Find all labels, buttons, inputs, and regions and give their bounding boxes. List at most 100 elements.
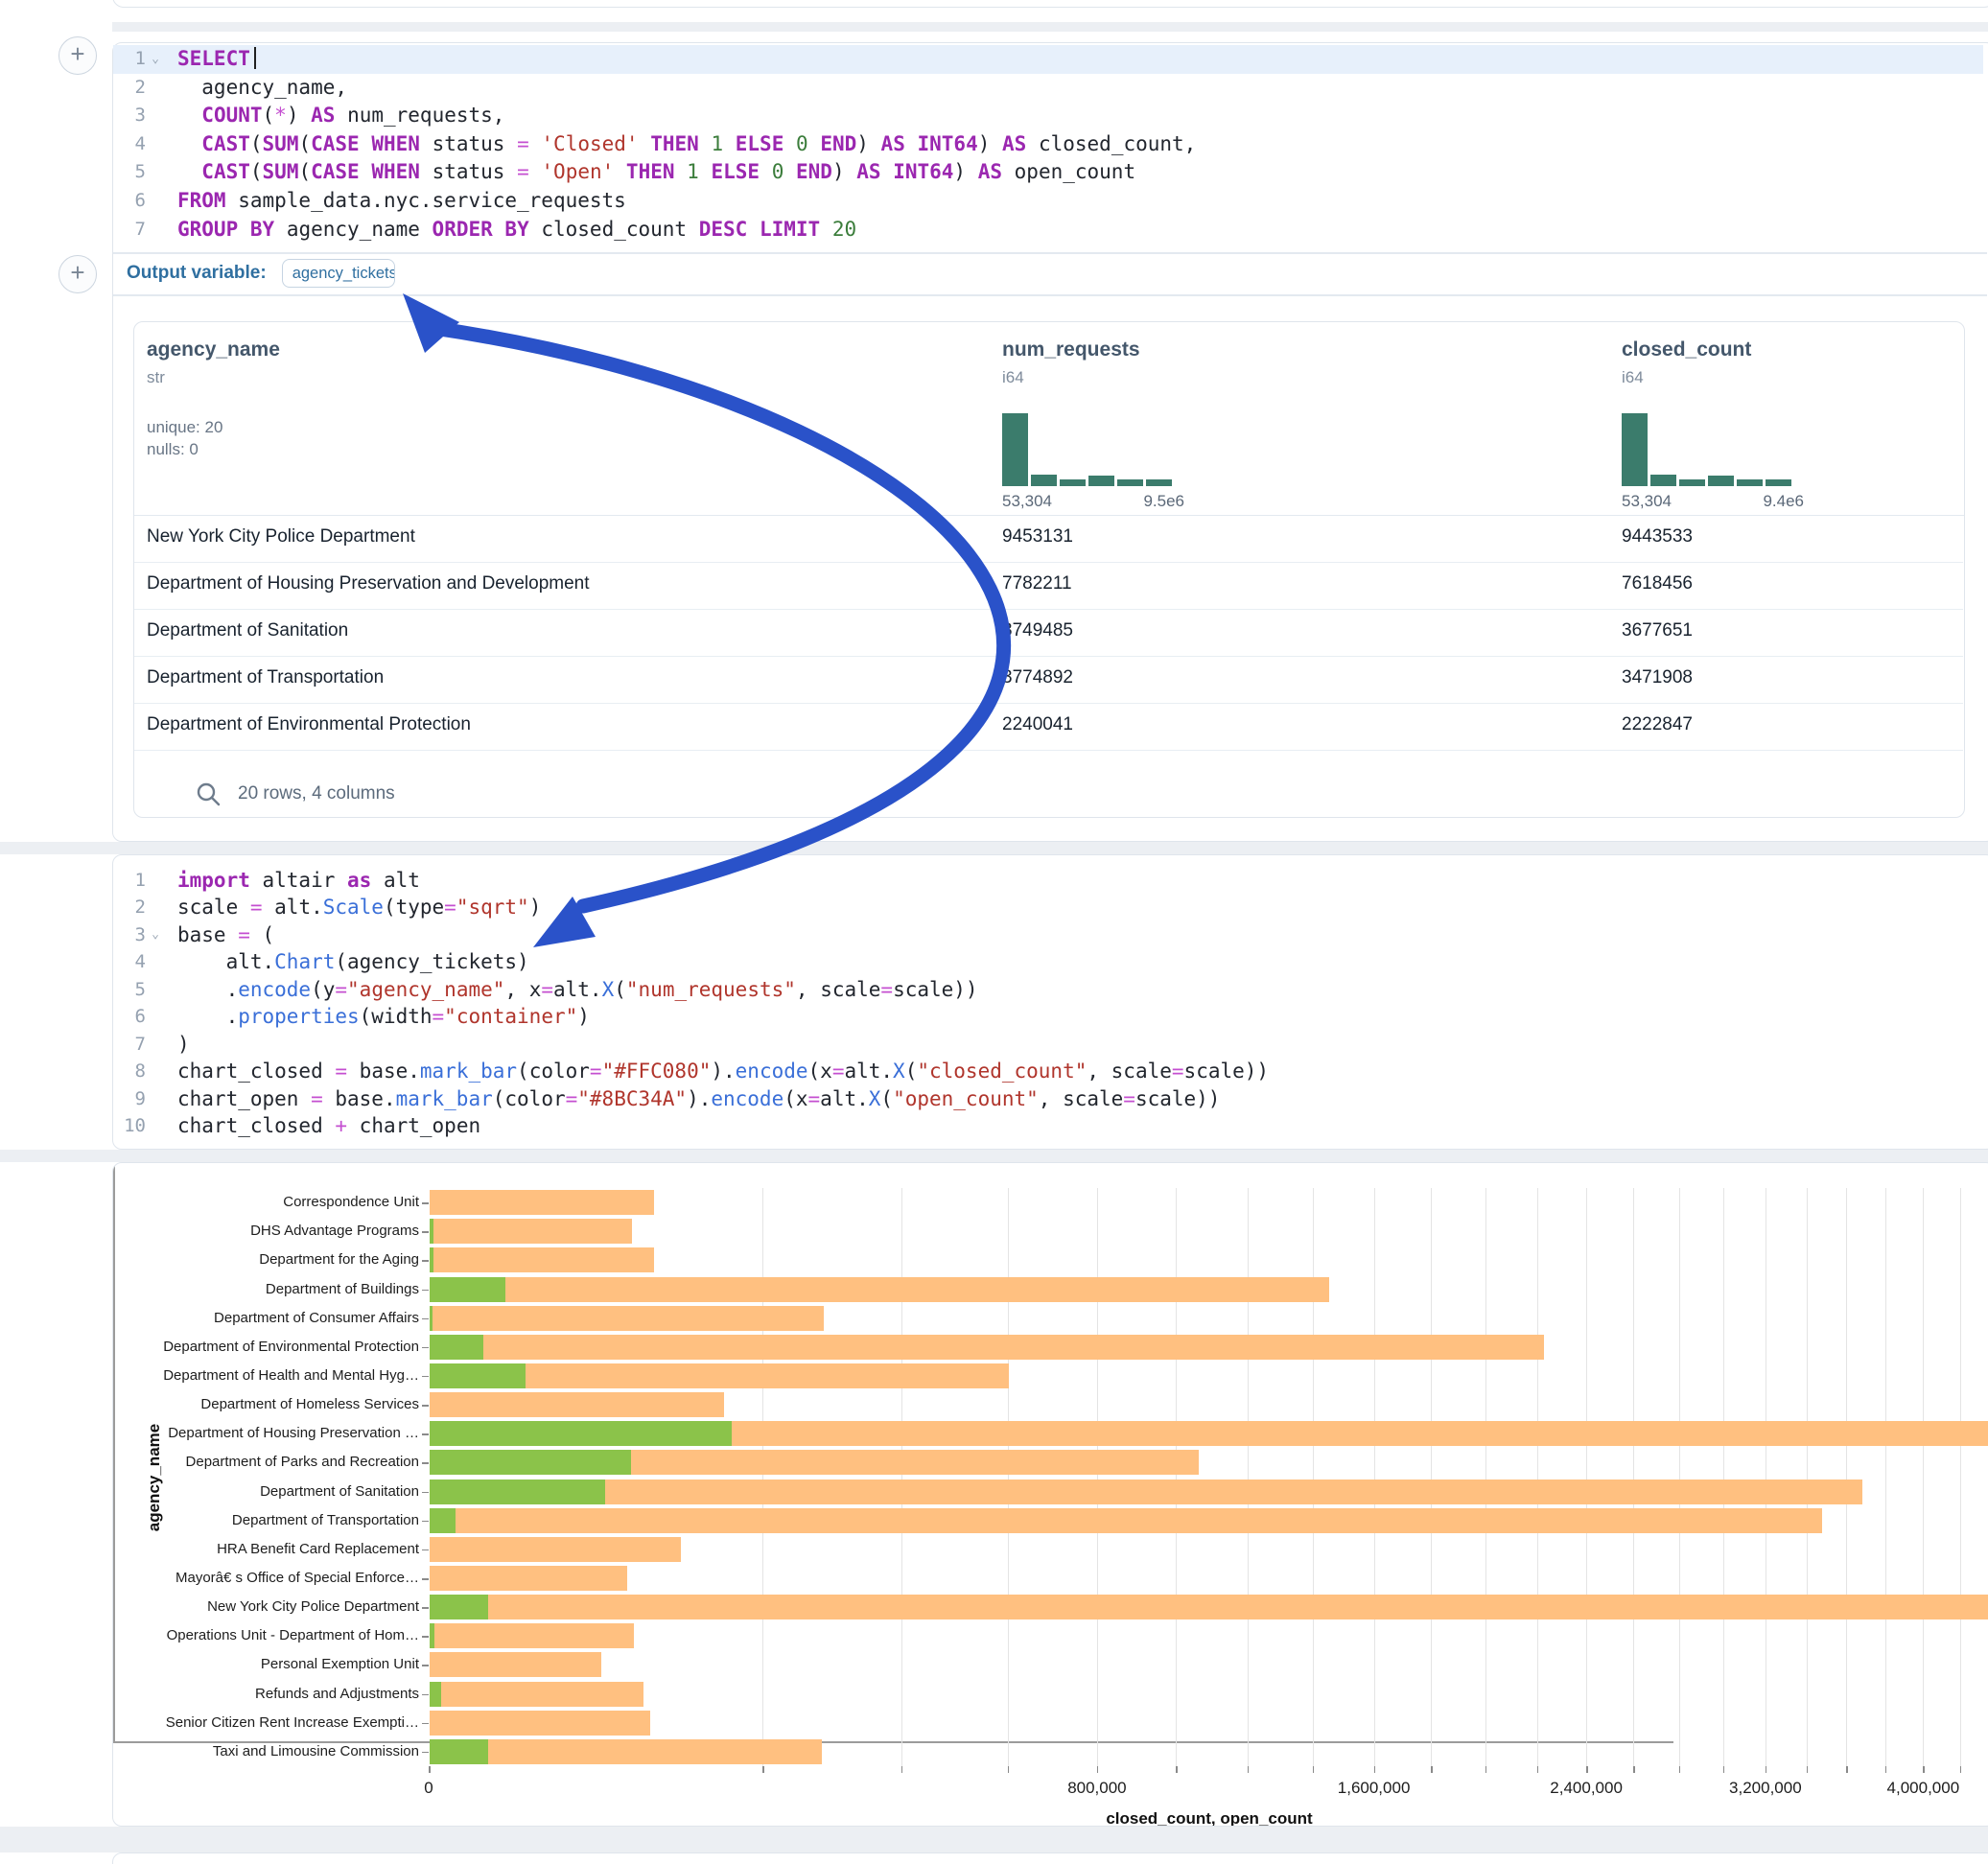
- column-header-agency_name[interactable]: agency_namestrunique: 20nulls: 0: [147, 338, 280, 460]
- code-line[interactable]: 9chart_open = base.mark_bar(color="#8BC3…: [113, 1085, 1983, 1112]
- bar-closed-count[interactable]: [430, 1306, 824, 1331]
- gridline: [1846, 1188, 1847, 1766]
- bar-closed-count[interactable]: [430, 1623, 634, 1648]
- code-line[interactable]: 5 .encode(y="agency_name", x=alt.X("num_…: [113, 976, 1983, 1003]
- y-tick-mark: [422, 1492, 429, 1494]
- y-tick-mark: [422, 1405, 429, 1407]
- add-cell-button-top[interactable]: +: [58, 36, 97, 75]
- bar-open-count[interactable]: [430, 1363, 526, 1388]
- search-icon[interactable]: [196, 781, 221, 806]
- column-header-closed_count[interactable]: closed_counti6453,3049.4e6: [1622, 338, 1804, 511]
- bar-open-count[interactable]: [430, 1247, 433, 1272]
- gridline: [762, 1188, 763, 1766]
- table-row[interactable]: Department of Environmental Protection22…: [134, 703, 1963, 751]
- bar-open-count[interactable]: [430, 1450, 631, 1475]
- y-axis-label-18: Refunds and Adjustments: [113, 1686, 419, 1702]
- bar-closed-count[interactable]: [430, 1508, 1822, 1533]
- bar-closed-count[interactable]: [430, 1711, 650, 1736]
- y-tick-mark: [422, 1290, 429, 1292]
- x-axis-title: closed_count, open_count: [1065, 1809, 1353, 1827]
- table-row[interactable]: Department of Sanitation37494853677651: [134, 609, 1963, 657]
- x-tick-mark: [1885, 1766, 1887, 1773]
- x-tick-mark: [429, 1766, 431, 1773]
- code-line[interactable]: 7GROUP BY agency_name ORDER BY closed_co…: [113, 216, 1983, 245]
- bar-open-count[interactable]: [430, 1623, 434, 1648]
- x-axis-tick-label: 1,600,000: [1298, 1779, 1451, 1798]
- code-line[interactable]: 3 COUNT(*) AS num_requests,: [113, 102, 1983, 130]
- bar-closed-count[interactable]: [430, 1480, 1862, 1504]
- x-axis-tick-label: 3,200,000: [1689, 1779, 1842, 1798]
- bar-open-count[interactable]: [430, 1277, 505, 1302]
- bar-closed-count[interactable]: [430, 1595, 1988, 1619]
- code-line[interactable]: 1⌄SELECT: [113, 45, 1983, 74]
- code-line[interactable]: 8chart_closed = base.mark_bar(color="#FF…: [113, 1058, 1983, 1084]
- y-axis-label-17: Personal Exemption Unit: [113, 1656, 419, 1672]
- bar-open-count[interactable]: [430, 1682, 441, 1707]
- code-line[interactable]: 3⌄base = (: [113, 921, 1983, 948]
- bar-closed-count[interactable]: [430, 1247, 654, 1272]
- x-tick-mark: [1176, 1766, 1178, 1773]
- x-axis-tick-label: 2,400,000: [1509, 1779, 1663, 1798]
- y-tick-mark: [422, 1462, 429, 1464]
- bar-closed-count[interactable]: [430, 1219, 632, 1244]
- gridline: [1923, 1188, 1924, 1766]
- bar-closed-count[interactable]: [430, 1682, 643, 1707]
- table-footer: 20 rows, 4 columns: [196, 771, 395, 817]
- bar-open-count[interactable]: [430, 1508, 456, 1533]
- bar-closed-count[interactable]: [430, 1566, 627, 1591]
- bar-open-count[interactable]: [430, 1421, 732, 1446]
- bar-open-count[interactable]: [430, 1219, 433, 1244]
- y-axis-label-6: Department of Environmental Protection: [113, 1339, 419, 1355]
- code-line[interactable]: 10chart_closed + chart_open: [113, 1112, 1983, 1139]
- code-line[interactable]: 7): [113, 1031, 1983, 1058]
- sql-code-editor[interactable]: 1⌄SELECT2 agency_name,3 COUNT(*) AS num_…: [113, 45, 1983, 244]
- python-code-editor[interactable]: 1import altair as alt2scale = alt.Scale(…: [113, 867, 1983, 1139]
- gridline: [1679, 1188, 1680, 1766]
- column-header-num_requests[interactable]: num_requestsi6453,3049.5e6: [1002, 338, 1184, 511]
- gridline: [901, 1188, 902, 1766]
- bar-closed-count[interactable]: [430, 1652, 601, 1677]
- gridline: [1485, 1188, 1486, 1766]
- bar-closed-count[interactable]: [430, 1190, 654, 1215]
- y-axis-label-16: Operations Unit - Department of Hom…: [113, 1627, 419, 1643]
- column-histogram: [1622, 413, 1804, 486]
- add-cell-button-middle[interactable]: +: [58, 255, 97, 293]
- cell-value: 9453131: [1002, 526, 1073, 548]
- code-line[interactable]: 6FROM sample_data.nyc.service_requests: [113, 187, 1983, 216]
- x-tick-mark: [762, 1766, 764, 1773]
- bar-open-count[interactable]: [430, 1595, 488, 1619]
- x-tick-mark: [1679, 1766, 1681, 1773]
- bar-open-count[interactable]: [430, 1306, 433, 1331]
- y-tick-mark: [422, 1231, 429, 1233]
- notebook-page: + + 1⌄SELECT2 agency_name,3 COUNT(*) AS …: [0, 0, 1988, 1864]
- cell-value: 9443533: [1622, 526, 1693, 548]
- bar-closed-count[interactable]: [430, 1392, 724, 1417]
- y-tick-mark: [422, 1665, 429, 1666]
- code-line[interactable]: 4 CAST(SUM(CASE WHEN status = 'Closed' T…: [113, 130, 1983, 159]
- bar-closed-count[interactable]: [430, 1739, 822, 1764]
- bar-closed-count[interactable]: [430, 1335, 1544, 1360]
- bar-open-count[interactable]: [430, 1480, 605, 1504]
- bar-closed-count[interactable]: [430, 1277, 1329, 1302]
- bar-closed-count[interactable]: [430, 1537, 681, 1562]
- code-line[interactable]: 2 agency_name,: [113, 74, 1983, 103]
- table-header: agency_namestrunique: 20nulls: 0 num_requ…: [134, 322, 1964, 516]
- gridline: [1723, 1188, 1724, 1766]
- cell-value: 3677651: [1622, 620, 1693, 641]
- code-line[interactable]: 6 .properties(width="container"): [113, 1003, 1983, 1030]
- bar-open-count[interactable]: [430, 1739, 488, 1764]
- table-row[interactable]: Department of Transportation377489234719…: [134, 656, 1963, 704]
- table-row[interactable]: New York City Police Department945313194…: [134, 515, 1963, 563]
- table-row[interactable]: Department of Housing Preservation and D…: [134, 562, 1963, 610]
- cell-value: 3749485: [1002, 620, 1073, 641]
- code-line[interactable]: 2scale = alt.Scale(type="sqrt"): [113, 894, 1983, 920]
- output-variable-pill[interactable]: agency_tickets: [282, 259, 395, 288]
- gridline: [1633, 1188, 1634, 1766]
- code-line[interactable]: 1import altair as alt: [113, 867, 1983, 894]
- x-tick-mark: [1431, 1766, 1433, 1773]
- y-axis-line: [113, 1163, 115, 1741]
- code-line[interactable]: 5 CAST(SUM(CASE WHEN status = 'Open' THE…: [113, 158, 1983, 187]
- y-axis-label-5: Department of Consumer Affairs: [113, 1310, 419, 1326]
- code-line[interactable]: 4 alt.Chart(agency_tickets): [113, 948, 1983, 975]
- bar-open-count[interactable]: [430, 1335, 483, 1360]
